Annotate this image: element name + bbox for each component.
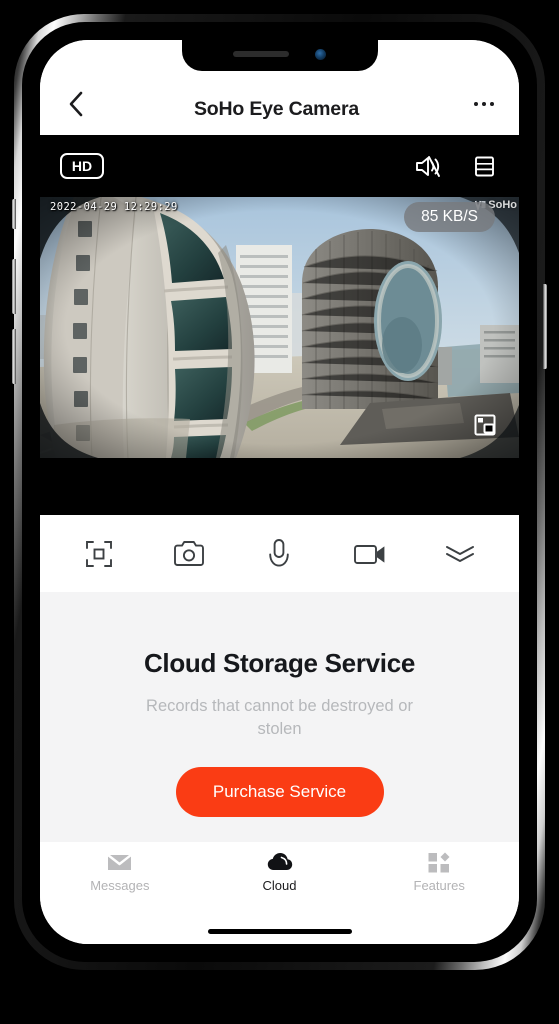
record-button[interactable] bbox=[343, 527, 397, 581]
tab-cloud[interactable]: Cloud bbox=[200, 851, 360, 893]
more-dot bbox=[481, 101, 487, 107]
snapshot-button[interactable] bbox=[162, 527, 216, 581]
bottom-tab-bar: Messages Cloud Features bbox=[40, 842, 519, 918]
split-view-button[interactable] bbox=[472, 154, 497, 179]
tab-features-label: Features bbox=[413, 878, 465, 893]
fullscreen-button[interactable] bbox=[72, 527, 126, 581]
double-chevron-down-icon bbox=[445, 545, 474, 562]
video-player[interactable]: HD 2022-04-29 12:29:29 85 KB/S SoHo bbox=[40, 135, 519, 515]
video-scene-image bbox=[40, 197, 519, 458]
front-camera-icon bbox=[315, 48, 326, 60]
home-indicator-bar bbox=[207, 928, 352, 934]
home-indicator[interactable] bbox=[40, 918, 519, 944]
video-stream[interactable]: 2022-04-29 12:29:29 85 KB/S SoHo bbox=[40, 197, 519, 458]
tab-cloud-label: Cloud bbox=[262, 878, 297, 893]
volume-down-button[interactable] bbox=[12, 329, 16, 384]
talk-button[interactable] bbox=[252, 527, 306, 581]
phone-frame: SoHo Eye Camera HD 2022-04-29 12:29:29 8… bbox=[12, 14, 547, 970]
quality-badge[interactable]: HD bbox=[60, 153, 104, 179]
power-button[interactable] bbox=[543, 284, 547, 369]
bitrate-badge: 85 KB/S bbox=[404, 202, 495, 232]
video-top-right-controls bbox=[414, 154, 497, 179]
picture-in-picture-button[interactable] bbox=[473, 413, 497, 442]
cloud-storage-panel: Cloud Storage Service Records that canno… bbox=[40, 592, 519, 842]
expand-button[interactable] bbox=[433, 527, 487, 581]
fullscreen-frame-icon bbox=[86, 540, 113, 567]
mute-button[interactable] bbox=[414, 154, 442, 179]
purchase-service-button[interactable]: Purchase Service bbox=[175, 766, 384, 817]
tab-features[interactable]: Features bbox=[359, 851, 519, 893]
cloud-icon-wrap bbox=[267, 851, 293, 873]
phone-screen: SoHo Eye Camera HD 2022-04-29 12:29:29 8… bbox=[40, 40, 519, 944]
cloud-storage-subtitle: Records that cannot be destroyed or stol… bbox=[146, 697, 413, 738]
envelope-icon-wrap bbox=[107, 851, 133, 873]
chevron-left-icon bbox=[69, 91, 82, 117]
grid-squares-icon bbox=[428, 852, 450, 872]
page-title: SoHo Eye Camera bbox=[194, 98, 359, 120]
more-dot bbox=[473, 101, 479, 107]
mute-switch[interactable] bbox=[12, 199, 16, 229]
grid-icon-wrap bbox=[428, 851, 450, 873]
picture-in-picture-icon bbox=[474, 414, 496, 436]
tab-messages[interactable]: Messages bbox=[40, 851, 200, 893]
camera-control-toolbar bbox=[40, 515, 519, 592]
video-camera-icon bbox=[353, 544, 385, 564]
tab-messages-label: Messages bbox=[90, 878, 150, 893]
earpiece-speaker-icon bbox=[233, 51, 289, 57]
speaker-muted-icon bbox=[416, 155, 440, 177]
microphone-icon bbox=[269, 538, 290, 567]
split-view-icon bbox=[475, 156, 494, 176]
more-dot bbox=[489, 101, 495, 107]
envelope-icon bbox=[107, 853, 133, 870]
notch bbox=[181, 40, 378, 71]
video-timestamp: 2022-04-29 12:29:29 bbox=[50, 201, 178, 213]
volume-up-button[interactable] bbox=[12, 259, 16, 314]
camera-icon bbox=[174, 540, 205, 566]
video-top-controls: HD bbox=[40, 135, 519, 197]
cloud-storage-title: Cloud Storage Service bbox=[143, 648, 416, 678]
cloud-icon bbox=[267, 853, 292, 870]
more-options-button[interactable] bbox=[467, 87, 501, 121]
